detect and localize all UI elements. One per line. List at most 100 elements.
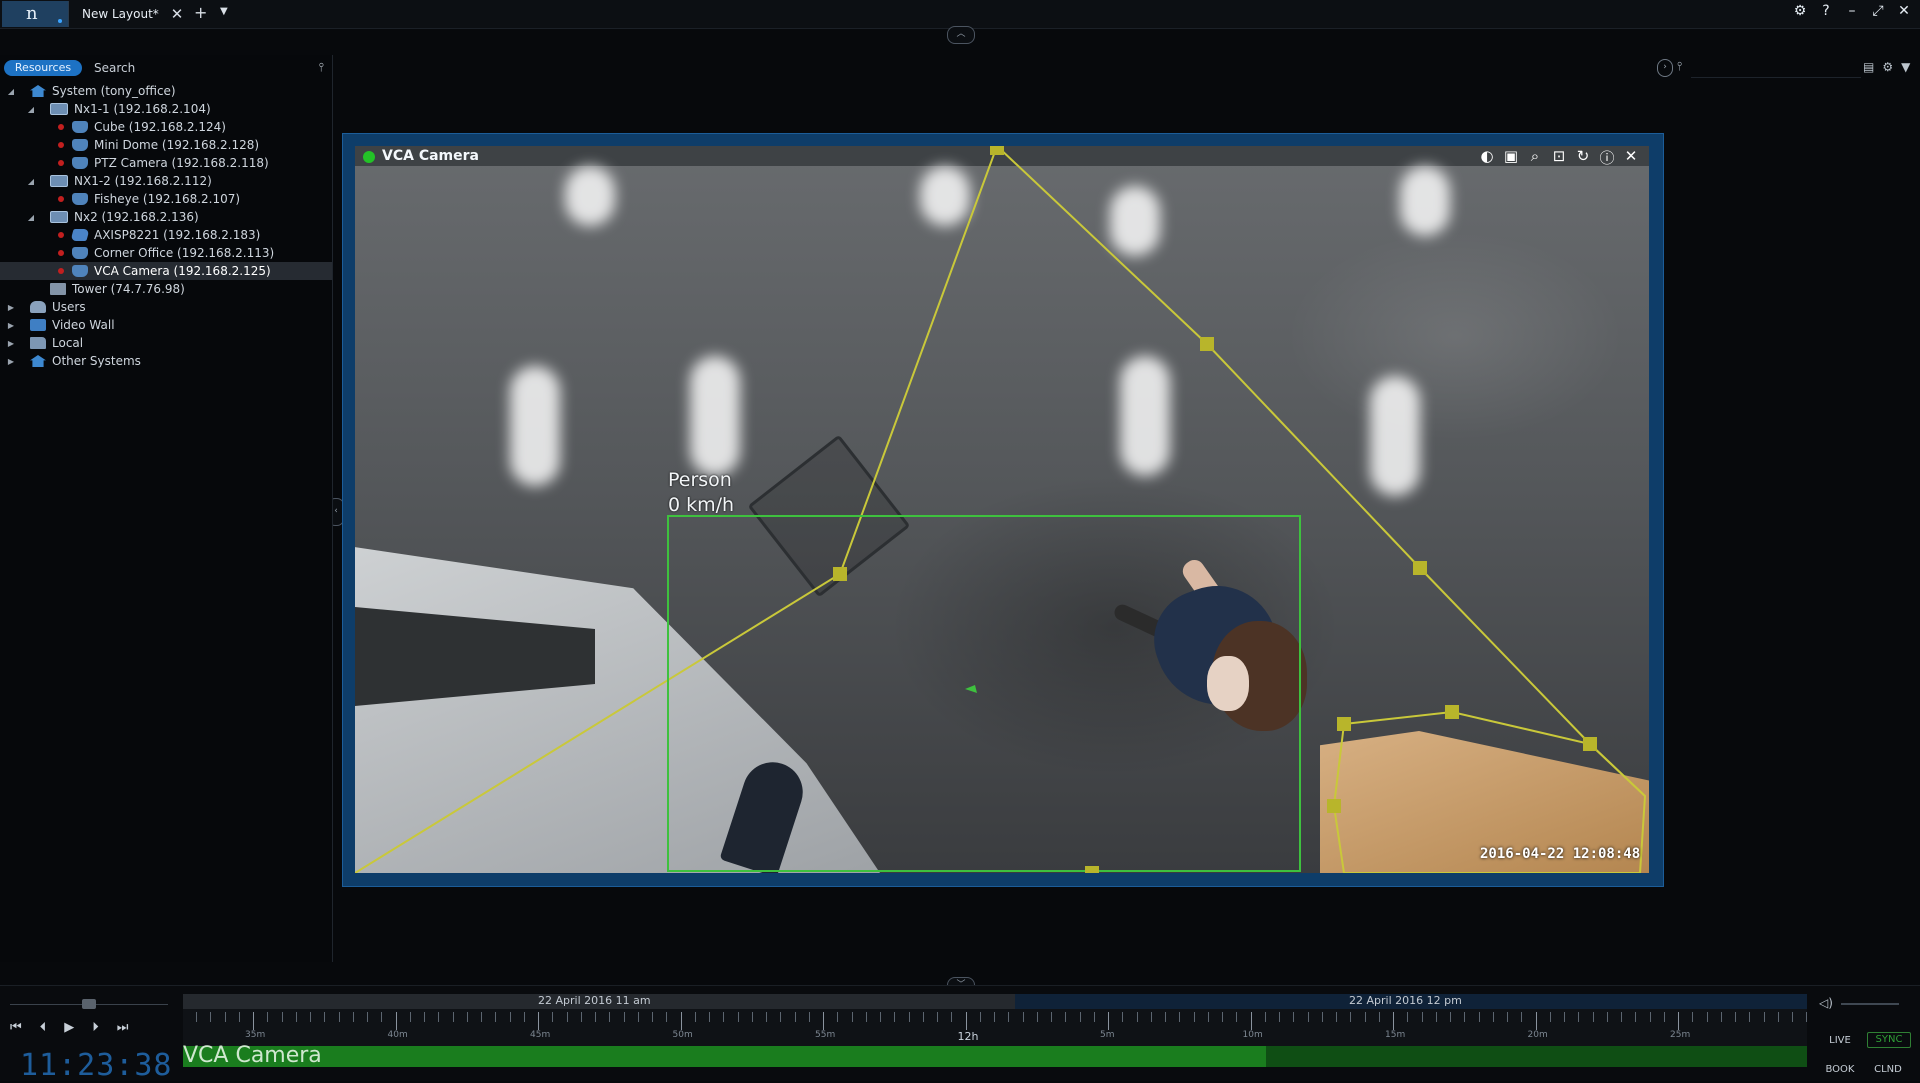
main-menu-logo[interactable]: n	[2, 1, 69, 27]
tree-item[interactable]: ▶ Users	[0, 298, 332, 316]
tree-item[interactable]: AXISP8221 (192.168.2.183)	[0, 226, 332, 244]
tree-item-label: Nx1-1 (192.168.2.104)	[74, 102, 211, 116]
recorded-segment	[183, 1046, 1266, 1067]
tab-menu-chevron-icon[interactable]: ▼	[220, 6, 228, 17]
timeline-tick	[894, 1012, 896, 1022]
zoom-icon[interactable]: ⌕	[1526, 147, 1544, 168]
tree-item[interactable]: ▶ Other Systems	[0, 352, 332, 370]
volume-icon[interactable]: ◁)	[1819, 996, 1833, 1010]
tree-item[interactable]: ◢ NX1-2 (192.168.2.112)	[0, 172, 332, 190]
step-back-icon[interactable]: ⏴	[40, 1020, 47, 1035]
pin-right-panel-icon[interactable]: ⫯	[1677, 59, 1682, 74]
collapse-arrow-icon[interactable]: ◢	[26, 177, 36, 186]
tab-search[interactable]: Search	[94, 61, 135, 75]
document-icon[interactable]: ▤	[1863, 60, 1874, 74]
timeline-tick	[196, 1012, 197, 1022]
skip-start-icon[interactable]: ⏮	[10, 1020, 22, 1035]
collapse-arrow-icon[interactable]: ◢	[26, 213, 36, 222]
timeline-tick	[1008, 1012, 1010, 1022]
tree-item[interactable]: ◢ System (tony_office)	[0, 82, 332, 100]
logo-dot-icon	[58, 19, 62, 23]
timeline-tick	[1093, 1012, 1095, 1022]
settings-icon[interactable]: ⚙	[1792, 3, 1808, 19]
timeline-tick	[1735, 1012, 1736, 1022]
timeline-tick	[851, 1012, 853, 1022]
timeline-date-label: 22 April 2016 12 pm	[1349, 994, 1462, 1007]
video-feed[interactable]	[355, 146, 1649, 873]
timeline-tick	[623, 1012, 625, 1022]
bookmarks-button[interactable]: BOOK	[1819, 1064, 1861, 1075]
tree-item[interactable]: Tower (74.7.76.98)	[0, 280, 332, 298]
calendar-button[interactable]: CLND	[1867, 1064, 1909, 1075]
timeline-tick-label: 5m	[1100, 1030, 1115, 1040]
collapse-arrow-icon[interactable]: ◢	[6, 87, 16, 96]
camera-tile[interactable]	[342, 133, 1664, 887]
expand-arrow-icon[interactable]: ▶	[6, 303, 16, 312]
expand-arrow-icon[interactable]: ▶	[6, 357, 16, 366]
fullscreen-icon[interactable]: ⤢	[1870, 3, 1886, 19]
gear-icon[interactable]: ⚙	[1882, 60, 1893, 74]
timeline-tick	[1336, 1012, 1337, 1022]
camera-tile-header: VCA Camera ◐ ▣ ⌕ ⊡ ↻ ⓘ ✕	[354, 145, 1648, 167]
expand-arrow-icon[interactable]: ▶	[6, 339, 16, 348]
timeline-ruler[interactable]: 22 April 2016 11 am 22 April 2016 12 pm …	[183, 994, 1808, 1046]
folder-icon	[30, 337, 46, 349]
layout-tab[interactable]: New Layout* ✕	[72, 2, 197, 26]
tree-item[interactable]: Mini Dome (192.168.2.128)	[0, 136, 332, 154]
help-icon[interactable]: ?	[1818, 3, 1834, 19]
image-enhance-icon[interactable]: ◐	[1478, 147, 1496, 168]
timeline-tick	[1393, 1012, 1394, 1030]
speed-slider-handle[interactable]	[82, 999, 96, 1009]
timeline-tick	[1435, 1012, 1437, 1022]
close-tab-icon[interactable]: ✕	[171, 5, 184, 23]
filter-icon[interactable]: ▼	[1901, 60, 1910, 74]
zone-node	[833, 567, 847, 581]
expand-arrow-icon[interactable]: ▶	[6, 321, 16, 330]
timeline-tick	[395, 1012, 397, 1030]
step-forward-icon[interactable]: ⏵	[92, 1020, 99, 1035]
pin-panel-icon[interactable]: ⫯	[319, 60, 324, 75]
io-module-icon	[70, 229, 90, 241]
timeline-panel: ⏮ ⏴ ▶ ⏵ ⏭ 11:23:38 22 April 2016 11 am 2…	[0, 985, 1920, 1083]
tree-item[interactable]: ▶ Local	[0, 334, 332, 352]
tree-item[interactable]: Fisheye (192.168.2.107)	[0, 190, 332, 208]
timeline-tick	[652, 1012, 653, 1022]
right-panel-toggle-icon[interactable]: ›	[1657, 59, 1673, 77]
timeline-tick	[1222, 1012, 1223, 1022]
add-tab-icon[interactable]: +	[194, 3, 207, 22]
play-icon[interactable]: ▶	[64, 1020, 74, 1035]
rotate-icon[interactable]: ↻	[1574, 147, 1592, 168]
timeline-tick	[1179, 1012, 1181, 1022]
recording-track[interactable]	[183, 1046, 1807, 1067]
timeline-tick	[1364, 1012, 1366, 1022]
tree-item[interactable]: ◢ Nx2 (192.168.2.136)	[0, 208, 332, 226]
skip-end-icon[interactable]: ⏭	[117, 1020, 129, 1035]
tree-item[interactable]: PTZ Camera (192.168.2.118)	[0, 154, 332, 172]
tab-resources[interactable]: Resources	[4, 60, 82, 76]
close-tile-icon[interactable]: ✕	[1622, 147, 1640, 168]
timeline-tick-label: 12h	[957, 1030, 979, 1043]
dewarp-icon[interactable]: ▣	[1502, 147, 1520, 168]
notification-search-input[interactable]	[1691, 57, 1861, 78]
timeline-tick	[538, 1012, 539, 1030]
timeline-tick	[1621, 1012, 1622, 1022]
collapse-arrow-icon[interactable]: ◢	[26, 105, 36, 114]
zone-node	[1583, 737, 1597, 751]
tree-item[interactable]: VCA Camera (192.168.2.125)	[0, 262, 332, 280]
sync-button[interactable]: SYNC	[1867, 1032, 1911, 1048]
timeline-tick	[1706, 1012, 1708, 1022]
tree-item[interactable]: Corner Office (192.168.2.113)	[0, 244, 332, 262]
live-button[interactable]: LIVE	[1819, 1035, 1861, 1046]
info-icon[interactable]: ⓘ	[1598, 147, 1616, 168]
tree-item[interactable]: ◢ Nx1-1 (192.168.2.104)	[0, 100, 332, 118]
timeline-tick	[1692, 1012, 1694, 1022]
timeline-tick	[295, 1012, 297, 1022]
close-window-icon[interactable]: ✕	[1896, 3, 1912, 19]
tree-item[interactable]: Cube (192.168.2.124)	[0, 118, 332, 136]
top-panel-toggle-icon[interactable]: ︿	[947, 26, 975, 44]
zone-node	[1337, 717, 1351, 731]
zoom-window-icon[interactable]: ⊡	[1550, 147, 1568, 168]
tree-item[interactable]: ▶ Video Wall	[0, 316, 332, 334]
minimize-icon[interactable]: –	[1844, 3, 1860, 19]
volume-slider[interactable]	[1841, 1003, 1899, 1005]
